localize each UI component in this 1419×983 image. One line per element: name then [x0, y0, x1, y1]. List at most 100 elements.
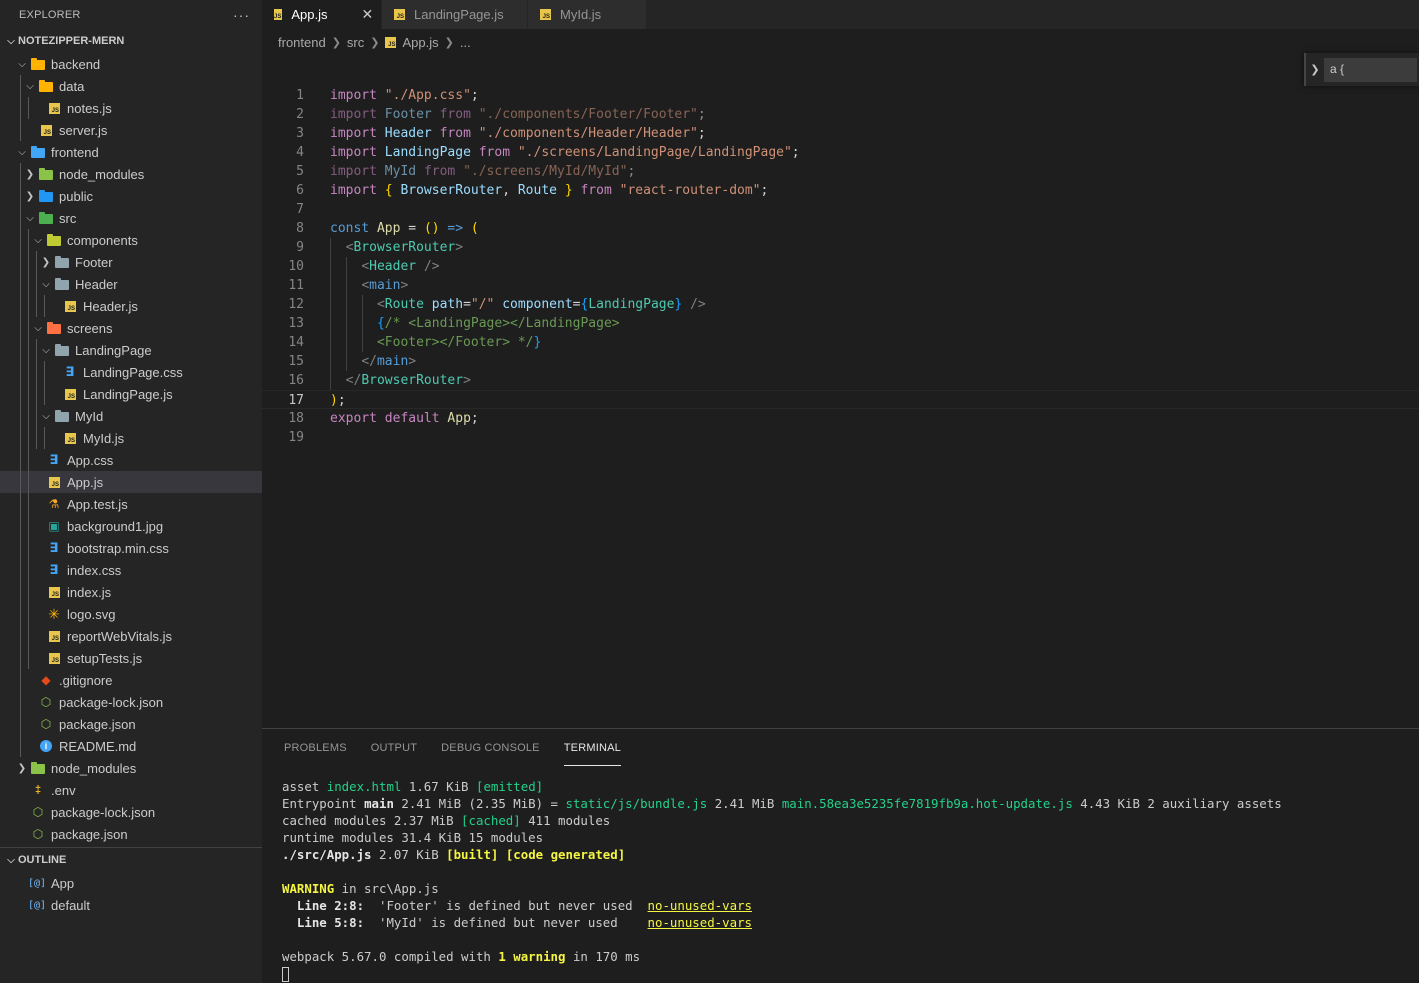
terminal-link[interactable]: no-unused-vars [648, 915, 752, 930]
code-token: import [330, 107, 385, 122]
code-line[interactable]: 3 import Header from "./components/Header… [262, 124, 1419, 143]
code-line[interactable]: 14 <Footer></Footer> */} [262, 333, 1419, 352]
code-line[interactable]: 2 import Footer from "./components/Footer… [262, 105, 1419, 124]
chevron-right-icon: ❯ [370, 37, 380, 49]
tree-file[interactable]: ∃ App.css [0, 449, 262, 471]
code-token: < [376, 297, 385, 312]
terminal-output[interactable]: asset index.html 1.67 KiB [emitted] Entry… [262, 767, 1419, 982]
tree-file[interactable]: ⬡ package.json [0, 823, 262, 845]
code-line[interactable]: 1 import "./App.css"; [262, 86, 1419, 105]
tree-folder[interactable]: ❯ public [0, 185, 262, 207]
test-file-icon: ⚗ [48, 497, 60, 511]
tree-folder[interactable]: ⌵ components [0, 229, 262, 251]
code-token: import [330, 88, 385, 103]
code-line[interactable]: 18 export default App; [262, 409, 1419, 428]
outline-item[interactable]: [@] default [0, 894, 262, 916]
find-input[interactable]: a { [1324, 57, 1417, 82]
tree-item-label: background1.jpg [67, 518, 164, 534]
tree-folder[interactable]: ❯ node_modules [0, 163, 262, 185]
tab-problems[interactable]: PROBLEMS [284, 730, 347, 766]
chevron-right-icon[interactable]: ❯ [1306, 63, 1324, 76]
tree-item-label: frontend [51, 144, 99, 160]
tree-file[interactable]: JS App.js [0, 471, 262, 493]
chevron-right-icon: ❯ [25, 190, 35, 202]
code-line[interactable]: 7 [262, 200, 1419, 219]
indent-guide [20, 625, 21, 647]
code-line[interactable]: 6 import { BrowserRouter, Route } from "r… [262, 181, 1419, 200]
code-line[interactable]: 15 </main> [262, 352, 1419, 371]
tree-file[interactable]: ▣ background1.jpg [0, 515, 262, 537]
code-line[interactable]: 17); [262, 390, 1419, 409]
tab-debug-console[interactable]: DEBUG CONSOLE [441, 730, 540, 766]
breadcrumb-item[interactable]: App.js [402, 35, 438, 50]
tree-file[interactable]: JS Header.js [0, 295, 262, 317]
tree-file[interactable]: ∃ index.css [0, 559, 262, 581]
close-icon[interactable]: ✕ [361, 6, 373, 23]
tab-landingpage-js[interactable]: JS LandingPage.js [382, 0, 528, 29]
tree-file[interactable]: JS MyId.js [0, 427, 262, 449]
outline-item[interactable]: [@] App [0, 872, 262, 894]
tree-folder[interactable]: ⌵ src [0, 207, 262, 229]
project-section-header[interactable]: ⌵ NOTEZIPPER-MERN [0, 29, 262, 53]
tree-folder[interactable]: ⌵ LandingPage [0, 339, 262, 361]
tree-file[interactable]: ✳ logo.svg [0, 603, 262, 625]
tree-file[interactable]: JS LandingPage.js [0, 383, 262, 405]
line-text: {/* <LandingPage></LandingPage> [330, 314, 620, 333]
terminal-text: 1.67 KiB [401, 779, 476, 794]
tree-folder[interactable]: ⌵ data [0, 75, 262, 97]
code-token: "./screens/MyId/MyId" [463, 164, 628, 179]
breadcrumb-item[interactable]: ... [460, 35, 471, 50]
tree-file[interactable]: ∃ bootstrap.min.css [0, 537, 262, 559]
chevron-down-icon: ⌵ [18, 146, 26, 158]
breadcrumb-item[interactable]: frontend [278, 35, 326, 50]
code-line[interactable]: 10 <Header /> [262, 257, 1419, 276]
tree-folder[interactable]: ❯ node_modules [0, 757, 262, 779]
tree-folder[interactable]: ⌵ screens [0, 317, 262, 339]
tree-file[interactable]: ‡ .env [0, 779, 262, 801]
tree-file[interactable]: JS index.js [0, 581, 262, 603]
code-line[interactable]: 5 import MyId from "./screens/MyId/MyId"; [262, 162, 1419, 181]
code-line[interactable]: 12 <Route path="/" component={LandingPag… [262, 295, 1419, 314]
code-token: import [330, 164, 385, 179]
outline-section-header[interactable]: ⌵ OUTLINE [0, 848, 262, 872]
tree-folder[interactable]: ⌵ backend [0, 53, 262, 75]
bottom-panel: PROBLEMS OUTPUT DEBUG CONSOLE TERMINAL a… [262, 728, 1419, 983]
code-line[interactable]: 9 <BrowserRouter> [262, 238, 1419, 257]
tree-file[interactable]: JS notes.js [0, 97, 262, 119]
tree-file[interactable]: ⬡ package-lock.json [0, 691, 262, 713]
terminal-prompt-line[interactable] [282, 965, 1419, 982]
tab-myid-js[interactable]: JS MyId.js [528, 0, 647, 29]
tree-file[interactable]: JS setupTests.js [0, 647, 262, 669]
code-line[interactable]: 13 {/* <LandingPage></LandingPage> [262, 314, 1419, 333]
tab-terminal[interactable]: TERMINAL [563, 730, 621, 766]
code-line[interactable]: 11 <main> [262, 276, 1419, 295]
tree-folder[interactable]: ❯ Footer [0, 251, 262, 273]
breadcrumb: frontend ❯ src ❯ JS App.js ❯ ... [262, 29, 1419, 56]
tree-file[interactable]: ◆ .gitignore [0, 669, 262, 691]
terminal-link[interactable]: no-unused-vars [648, 898, 752, 913]
tree-folder[interactable]: ⌵ frontend [0, 141, 262, 163]
tree-file[interactable]: ⬡ package.json [0, 713, 262, 735]
tab-output[interactable]: OUTPUT [371, 730, 417, 766]
code-line[interactable]: 16 </BrowserRouter> [262, 371, 1419, 390]
tree-file[interactable]: ∃ LandingPage.css [0, 361, 262, 383]
more-actions-icon[interactable]: ··· [233, 7, 250, 23]
tree-file[interactable]: ⚗ App.test.js [0, 493, 262, 515]
terminal-text: 2.41 MiB [707, 796, 782, 811]
code-line[interactable]: 4 import LandingPage from "./screens/Land… [262, 143, 1419, 162]
code-line[interactable]: 19 [262, 428, 1419, 447]
tree-file[interactable]: i README.md [0, 735, 262, 757]
tree-file[interactable]: JS reportWebVitals.js [0, 625, 262, 647]
tab-app-js[interactable]: JS App.js ✕ [262, 0, 382, 29]
tree-folder[interactable]: ⌵ MyId [0, 405, 262, 427]
code-token: Footer [384, 107, 440, 122]
breadcrumb-item[interactable]: src [347, 35, 364, 50]
tree-folder[interactable]: ⌵ Header [0, 273, 262, 295]
indent-guide [20, 185, 21, 207]
line-number: 8 [296, 221, 304, 236]
code-editor[interactable]: 1 import "./App.css"; 2 import Footer from … [262, 86, 1419, 447]
tree-file[interactable]: JS server.js [0, 119, 262, 141]
tree-file[interactable]: ⬡ package-lock.json [0, 801, 262, 823]
tree-item-label: src [59, 210, 77, 226]
code-line[interactable]: 8 const App = () => ( [262, 219, 1419, 238]
